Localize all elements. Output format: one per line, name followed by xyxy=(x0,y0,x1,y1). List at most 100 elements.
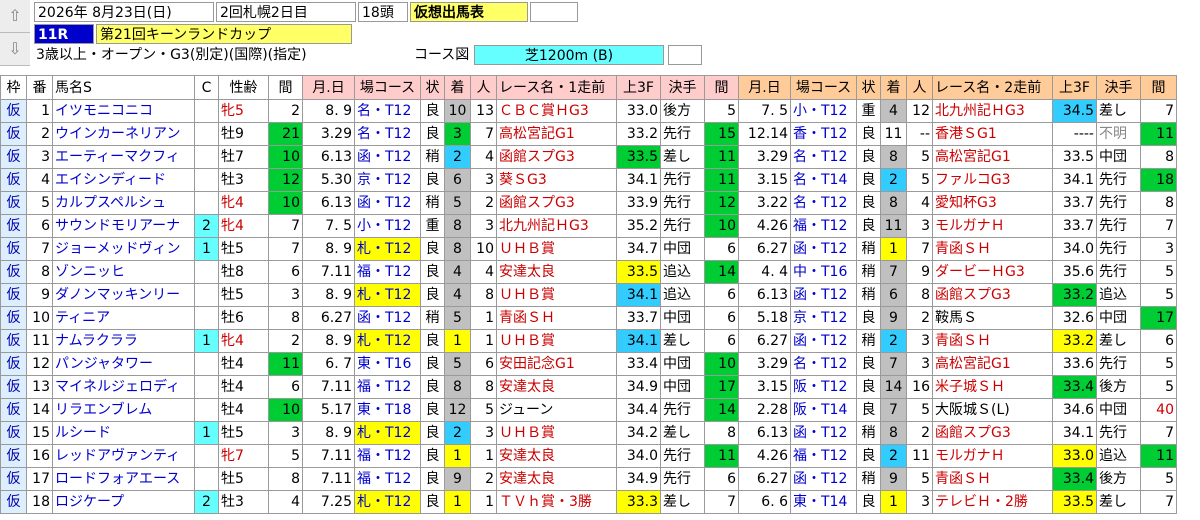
sex-age: 牡5 xyxy=(218,467,269,491)
horse-name[interactable]: ジョーメッドヴィン xyxy=(52,237,195,261)
run1-popularity: 1 xyxy=(470,329,497,353)
run2-race: 愛知杯G3 xyxy=(932,191,1053,215)
table-row[interactable]: 仮 8 ゾンニッヒ 牡8 6 7.11 福・T12 良 4 4 安達太良 33.5 追込 14 4. 4 中・… xyxy=(0,260,1177,284)
run1-date: 6.13 xyxy=(302,145,355,169)
waku-cell: 仮 xyxy=(0,99,27,123)
run2-style: 不明 xyxy=(1096,122,1141,146)
column-header: 枠 xyxy=(0,75,27,100)
run1-course: 札・T12 xyxy=(354,329,421,353)
run2-finish: 4 xyxy=(880,99,907,123)
run2-last3f: 33.4 xyxy=(1052,375,1097,399)
run1-style: 差し xyxy=(660,490,705,514)
column-header: 間 xyxy=(1140,75,1177,100)
horse-name[interactable]: ティニア xyxy=(52,306,195,330)
run1-finish: 1 xyxy=(444,329,471,353)
sex-age: 牡5 xyxy=(218,283,269,307)
table-row[interactable]: 仮 9 ダノンマッキンリー 牡5 3 8. 9 札・T12 良 4 8 ＵＨＢ賞 34.1 追込 6 6.1… xyxy=(0,283,1177,307)
horse-name[interactable]: ダノンマッキンリー xyxy=(52,283,195,307)
horse-number: 5 xyxy=(26,191,53,215)
table-row[interactable]: 仮 2 ウインカーネリアン 牡9 21 3.29 名・T12 良 3 7 高松宮記G1 33.2 先行 1… xyxy=(0,122,1177,146)
horse-name[interactable]: エーティーマクフィ xyxy=(52,145,195,169)
horse-name[interactable]: マイネルジェロディ xyxy=(52,375,195,399)
run1-popularity: 4 xyxy=(470,145,497,169)
run1-race: ＵＨＢ賞 xyxy=(496,237,617,261)
run2-date: 12.14 xyxy=(738,122,791,146)
horse-number: 8 xyxy=(26,260,53,284)
horse-name[interactable]: エイシンディード xyxy=(52,168,195,192)
horse-name[interactable]: サウンドモリアーナ xyxy=(52,214,195,238)
table-row[interactable]: 仮 11 ナムラクララ 1 牝4 2 8. 9 札・T12 良 1 1 ＵＨＢ賞 34.1 差し 6 6.27… xyxy=(0,329,1177,353)
waku-cell: 仮 xyxy=(0,237,27,261)
sex-age: 牡6 xyxy=(218,306,269,330)
waku-cell: 仮 xyxy=(0,375,27,399)
run1-finish: 4 xyxy=(444,283,471,307)
run2-course: 名・T14 xyxy=(790,168,857,192)
race-date: 2026年 8月23日(日) xyxy=(34,2,214,22)
run1-course: 福・T12 xyxy=(354,260,421,284)
table-row[interactable]: 仮 6 サウンドモリアーナ 2 牝4 7 7. 5 小・T12 重 8 3 北九州記ＨG3 35.2 先行… xyxy=(0,214,1177,238)
sex-age: 牝4 xyxy=(218,214,269,238)
horse-name[interactable]: ロジケープ xyxy=(52,490,195,514)
run1-popularity: 6 xyxy=(470,352,497,376)
table-row[interactable]: 仮 5 カルプスペルシュ 牝4 10 6.13 函・T12 稍 5 2 函館スプG3 33.9 先行 12… xyxy=(0,191,1177,215)
horse-name[interactable]: カルプスペルシュ xyxy=(52,191,195,215)
run1-course: 福・T12 xyxy=(354,467,421,491)
run2-race: 高松宮記G1 xyxy=(932,145,1053,169)
table-row[interactable]: 仮 16 レッドアヴァンティ 牝7 5 7.11 福・T12 良 1 1 安達太良 34.0 先行 11 4… xyxy=(0,444,1177,468)
sex-age: 牡7 xyxy=(218,145,269,169)
run1-course: 名・T12 xyxy=(354,99,421,123)
horse-name[interactable]: リラエンブレム xyxy=(52,398,195,422)
interval: 8 xyxy=(268,306,303,330)
horse-number: 1 xyxy=(26,99,53,123)
horse-name[interactable]: ルシード xyxy=(52,421,195,445)
table-row[interactable]: 仮 18 ロジケープ 2 牡3 4 7.25 札・T12 良 1 1 ＴＶｈ賞・3勝 33.3 差し 7 6.… xyxy=(0,490,1177,514)
table-row[interactable]: 仮 15 ルシード 1 牡5 3 8. 9 札・T12 良 2 3 ＵＨＢ賞 34.2 差し 8 6.13 函・… xyxy=(0,421,1177,445)
run2-last3f: 33.2 xyxy=(1052,283,1097,307)
table-row[interactable]: 仮 1 イツモニコニコ 牝5 2 8. 9 名・T12 良 10 13 ＣＢＣ賞ＨG3 33.0 後方 5… xyxy=(0,99,1177,123)
run2-interval: 7 xyxy=(1140,99,1177,123)
jockey-change xyxy=(194,145,219,169)
table-row[interactable]: 仮 10 ティニア 牡6 8 6.27 函・T12 稍 5 1 青函ＳＨ 33.7 中団 6 5.18 京・T… xyxy=(0,306,1177,330)
jockey-change xyxy=(194,352,219,376)
column-header: 上3F xyxy=(616,75,661,100)
horse-name[interactable]: イツモニコニコ xyxy=(52,99,195,123)
run1-finish: 6 xyxy=(444,168,471,192)
run1-date: 7.11 xyxy=(302,260,355,284)
course-map-label[interactable]: コース図 xyxy=(414,45,469,65)
run2-race: 青函ＳＨ xyxy=(932,237,1053,261)
run2-course: 福・T12 xyxy=(790,214,857,238)
run2-going: 稍 xyxy=(856,421,881,445)
table-row[interactable]: 仮 12 パンジャタワー 牡4 11 6. 7 東・T16 良 5 6 安田記念G1 33.4 中団 10… xyxy=(0,352,1177,376)
run1-popularity: 8 xyxy=(470,375,497,399)
table-row[interactable]: 仮 7 ジョーメッドヴィン 1 牡5 7 8. 9 札・T12 良 8 10 ＵＨＢ賞 34.7 中団 6 6… xyxy=(0,237,1177,261)
table-row[interactable]: 仮 14 リラエンブレム 牡4 10 5.17 東・T18 良 12 5 ジューン 34.4 先行 14 2… xyxy=(0,398,1177,422)
horse-name[interactable]: ナムラクララ xyxy=(52,329,195,353)
interval: 3 xyxy=(268,421,303,445)
horse-number: 11 xyxy=(26,329,53,353)
run1-popularity: 1 xyxy=(470,444,497,468)
horse-name[interactable]: ゾンニッヒ xyxy=(52,260,195,284)
scroll-up-icon[interactable]: ⇧ xyxy=(0,0,30,33)
run1-interval: 15 xyxy=(704,122,739,146)
run2-style: 先行 xyxy=(1096,237,1141,261)
table-row[interactable]: 仮 4 エイシンディード 牡3 12 5.30 京・T12 良 6 3 葵ＳG3 34.1 先行 11 3.… xyxy=(0,168,1177,192)
column-header: 間 xyxy=(268,75,303,100)
run2-popularity: 7 xyxy=(906,237,933,261)
horse-name[interactable]: レッドアヴァンティ xyxy=(52,444,195,468)
horse-number: 15 xyxy=(26,421,53,445)
table-row[interactable]: 仮 3 エーティーマクフィ 牡7 10 6.13 函・T12 稍 2 4 函館スプG3 33.5 差し 1… xyxy=(0,145,1177,169)
run2-popularity: 5 xyxy=(906,145,933,169)
table-row[interactable]: 仮 13 マイネルジェロディ 牡4 6 7.11 福・T12 良 8 8 安達太良 34.9 中団 17 3… xyxy=(0,375,1177,399)
run2-going: 良 xyxy=(856,444,881,468)
run2-last3f: 33.2 xyxy=(1052,329,1097,353)
horse-name[interactable]: ウインカーネリアン xyxy=(52,122,195,146)
column-header: 決手 xyxy=(660,75,705,100)
horse-name[interactable]: ロードフォアエース xyxy=(52,467,195,491)
run2-going: 良 xyxy=(856,398,881,422)
run2-finish: 9 xyxy=(880,467,907,491)
horse-name[interactable]: パンジャタワー xyxy=(52,352,195,376)
scroll-down-icon[interactable]: ⇩ xyxy=(0,33,30,66)
jockey-change xyxy=(194,444,219,468)
run2-course: 阪・T12 xyxy=(790,375,857,399)
table-row[interactable]: 仮 17 ロードフォアエース 牡5 8 7.11 福・T12 良 9 2 安達太良 34.9 先行 6 6.… xyxy=(0,467,1177,491)
